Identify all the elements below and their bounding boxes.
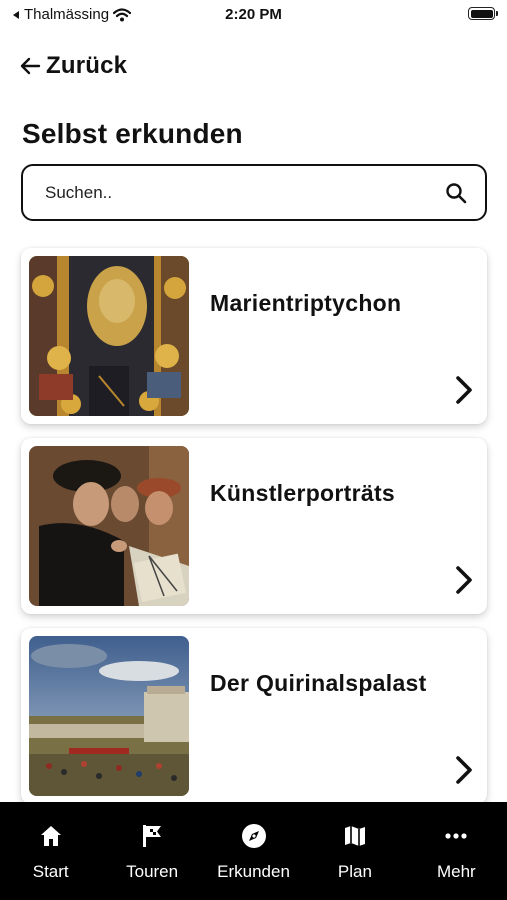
card-title: Der Quirinalspalast bbox=[210, 670, 427, 696]
chevron-right-icon bbox=[456, 756, 472, 784]
tab-label: Start bbox=[32, 862, 69, 881]
chevron-right-icon bbox=[456, 566, 472, 594]
tab-label: Plan bbox=[337, 862, 372, 881]
home-icon bbox=[37, 822, 65, 850]
search-bar bbox=[21, 164, 487, 221]
compass-icon bbox=[240, 822, 268, 850]
chevron-right-icon bbox=[456, 376, 472, 404]
tab-erkunden[interactable]: Erkunden bbox=[203, 802, 304, 900]
card-title: Marientriptychon bbox=[210, 290, 402, 316]
exhibit-card-kuenstlerportraets[interactable]: Künstlerporträts bbox=[21, 438, 487, 614]
search-input[interactable] bbox=[45, 182, 443, 203]
arrow-left-icon bbox=[20, 57, 41, 75]
battery-icon bbox=[468, 7, 498, 20]
exhibit-list: Marientriptychon Künstlerporträts Der Qu… bbox=[21, 248, 487, 818]
back-button[interactable]: Zurück bbox=[18, 52, 127, 80]
tab-label: Touren bbox=[126, 862, 179, 881]
back-label: Zurück bbox=[46, 52, 128, 79]
tab-mehr[interactable]: Mehr bbox=[406, 802, 507, 900]
exhibit-card-quirinalspalast[interactable]: Der Quirinalspalast bbox=[21, 628, 487, 804]
tab-bar: Start Touren Erkunden Plan Mehr bbox=[0, 802, 507, 900]
artwork-thumbnail bbox=[29, 256, 189, 416]
map-icon bbox=[341, 822, 369, 850]
exhibit-card-marientriptychon[interactable]: Marientriptychon bbox=[21, 248, 487, 424]
tab-label: Mehr bbox=[436, 862, 476, 881]
tab-start[interactable]: Start bbox=[0, 802, 101, 900]
tab-touren[interactable]: Touren bbox=[101, 802, 202, 900]
card-title: Künstlerporträts bbox=[210, 480, 395, 506]
status-bar: Thalmässing 2:20 PM bbox=[0, 0, 507, 30]
tab-label: Erkunden bbox=[217, 862, 290, 881]
artwork-thumbnail bbox=[29, 636, 189, 796]
tab-plan[interactable]: Plan bbox=[304, 802, 405, 900]
status-time: 2:20 PM bbox=[225, 6, 282, 23]
page-title: Selbst erkunden bbox=[22, 118, 243, 149]
more-icon bbox=[442, 822, 470, 850]
search-icon[interactable] bbox=[443, 180, 469, 206]
flag-icon bbox=[138, 822, 166, 850]
artwork-thumbnail bbox=[29, 446, 189, 606]
